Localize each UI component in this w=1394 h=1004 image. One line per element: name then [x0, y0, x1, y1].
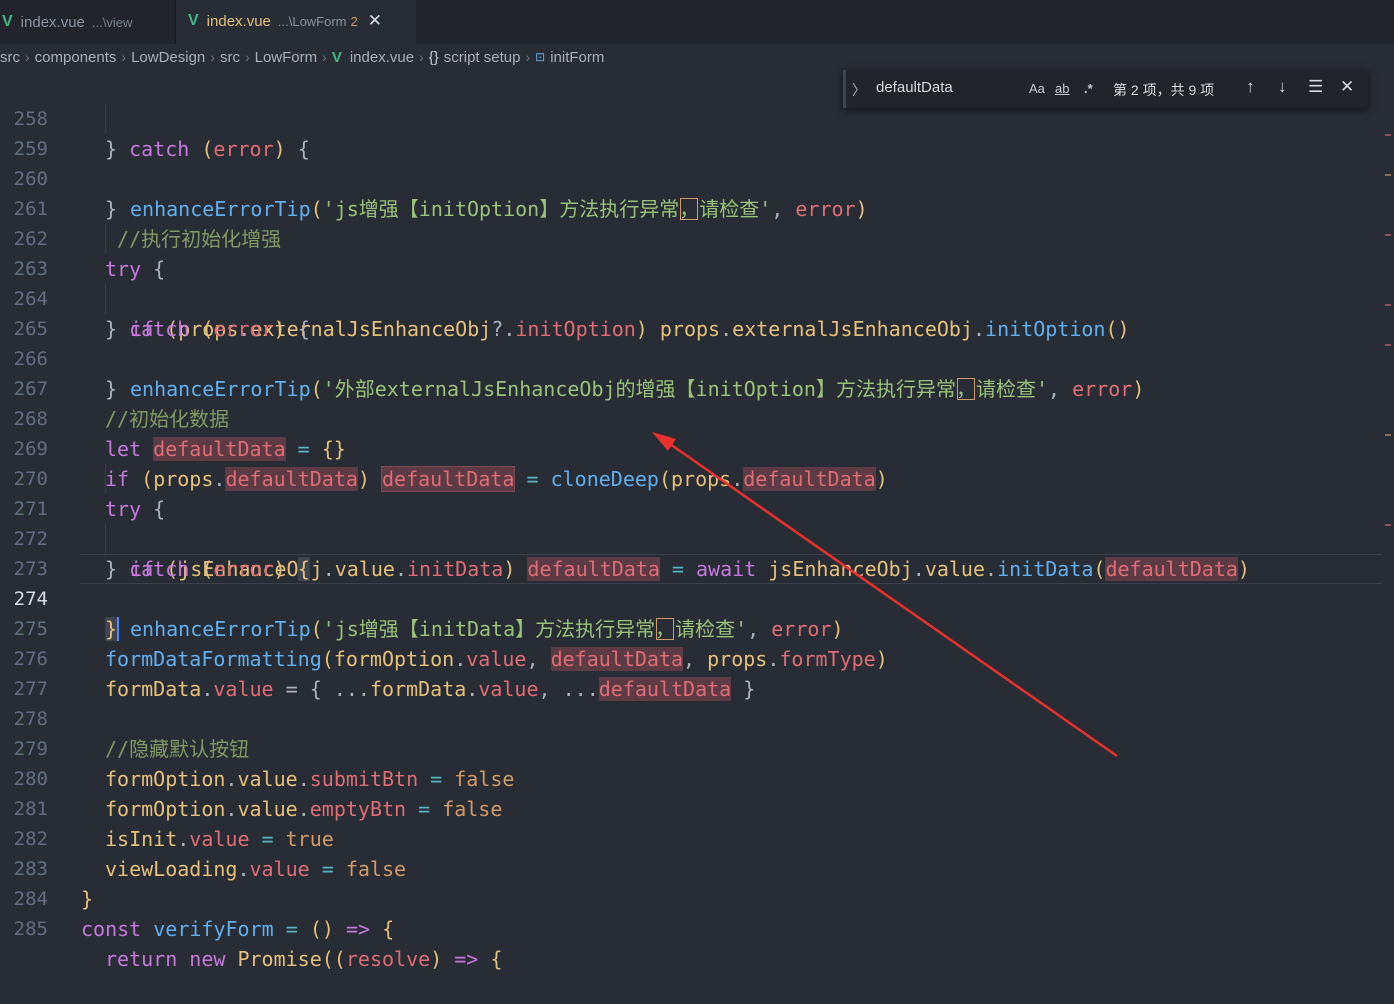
code-line: 264 } catch (error) {	[0, 254, 1394, 341]
code-line: 270 try {	[0, 434, 1394, 521]
chevron-right-icon: ›	[121, 49, 127, 65]
code-line: 282 viewLoading.value = false	[0, 794, 1394, 881]
vertical-scrollbar[interactable]	[1382, 74, 1394, 920]
code-line: 267 //初始化数据	[0, 344, 1394, 431]
vue-file-icon: V	[331, 48, 342, 66]
code-line: 284 const verifyForm = () => {	[0, 854, 1394, 941]
code-line: 281 isInit.value = true	[0, 764, 1394, 851]
breadcrumb-item[interactable]: src	[0, 49, 20, 66]
match-case-toggle[interactable]: Aa	[1029, 81, 1045, 96]
tab-path: ...\view	[91, 14, 133, 30]
scroll-match-marker	[1385, 304, 1391, 306]
code-line-current: 274 }	[0, 554, 1394, 641]
vue-file-icon: V	[2, 13, 13, 30]
chevron-right-icon: ›	[244, 49, 250, 65]
code-line: 285 return new Promise((resolve) => {	[0, 884, 1394, 971]
code-line: 263 if (props.externalJsEnhanceObj?.init…	[0, 224, 1394, 341]
match-count: 第 2 项，共 9 项	[1113, 82, 1215, 98]
code-line: 259 enhanceErrorTip('js增强【initOption】方法执…	[0, 104, 1394, 221]
tab-filename: index.vue	[20, 13, 85, 31]
code-line: 265 enhanceErrorTip('外部externalJsEnhance…	[0, 284, 1394, 401]
tab-index-vue-view[interactable]: V index.vue ...\view	[0, 0, 176, 44]
code-line: 260 }	[0, 134, 1394, 221]
arrow-down-icon[interactable]: ↓	[1278, 77, 1287, 97]
regex-toggle[interactable]: .*	[1084, 81, 1093, 96]
breadcrumb-item[interactable]: src	[220, 49, 240, 66]
code-line: 268 let defaultData = {}	[0, 374, 1394, 461]
scroll-match-marker	[1385, 434, 1391, 436]
chevron-right-icon: ›	[210, 49, 215, 65]
tab-filename: index.vue	[206, 12, 271, 30]
method-symbol-icon: ⊡	[535, 50, 546, 64]
scroll-match-marker	[1385, 134, 1391, 136]
breadcrumb-item[interactable]: index.vue	[350, 49, 414, 66]
breadcrumb-item[interactable]: LowForm	[255, 49, 318, 66]
find-in-selection-icon[interactable]: ☰	[1308, 77, 1323, 97]
chevron-right-icon[interactable]: 〉	[852, 80, 866, 100]
code-line: 279 formOption.value.submitBtn = false	[0, 704, 1394, 791]
code-editor[interactable]: 258 } catch (error) { 259 enhanceErrorTi…	[0, 74, 1394, 971]
chevron-right-icon: ›	[25, 49, 30, 65]
code-text: const verifyForm = () => {	[81, 917, 395, 941]
whole-word-toggle[interactable]: ab	[1055, 81, 1069, 96]
breadcrumb-item[interactable]: script setup	[444, 49, 521, 66]
breadcrumb: src › components › LowDesign › src › LowForm…	[0, 44, 1394, 70]
problem-count-badge: 2	[350, 13, 358, 29]
code-line: 266 }	[0, 314, 1394, 401]
chevron-right-icon: ›	[419, 49, 424, 65]
breadcrumb-item[interactable]: LowDesign	[131, 49, 205, 66]
code-line: 275 formDataFormatting(formOption.value,…	[0, 584, 1394, 671]
code-line: 280 formOption.value.emptyBtn = false	[0, 734, 1394, 821]
close-icon[interactable]: ✕	[1340, 77, 1354, 97]
code-line: 269 if (props.defaultData) defaultData =…	[0, 404, 1394, 492]
braces-icon: {}	[428, 48, 439, 66]
code-text: return new Promise((resolve) => {	[105, 947, 503, 971]
breadcrumb-item[interactable]: components	[35, 49, 117, 66]
code-line: 261 //执行初始化增强	[0, 164, 1394, 251]
code-line: 278 //隐藏默认按钮	[0, 674, 1394, 761]
code-line: 276 formData.value = { ...formData.value…	[0, 614, 1394, 701]
chevron-right-icon: ›	[322, 49, 327, 65]
vue-file-icon: V	[188, 12, 199, 29]
editor-tab-bar: V index.vue ...\view V index.vue ...\Low…	[0, 0, 1394, 44]
tab-path: ...\LowForm	[277, 13, 347, 29]
line-number: 285	[13, 918, 48, 940]
tab-index-vue-lowform[interactable]: V index.vue ...\LowForm 2 ✕	[176, 0, 416, 44]
code-line: 271 if (jsEnhanceObj.value.initData) def…	[0, 464, 1394, 581]
arrow-up-icon[interactable]: ↑	[1246, 77, 1255, 97]
code-line: 272 } catch (error) {	[0, 494, 1394, 581]
close-icon[interactable]: ✕	[368, 11, 382, 31]
code-line: 273 enhanceErrorTip('js增强【initData】方法执行异…	[0, 524, 1394, 641]
breadcrumb-item[interactable]: initForm	[550, 49, 604, 66]
scroll-match-marker	[1385, 174, 1391, 176]
code-line: 283 }	[0, 824, 1394, 911]
find-widget: 〉 defaultData Aa ab .* 第 2 项，共 9 项 ↑ ↓ ☰…	[843, 70, 1368, 108]
chevron-right-icon: ›	[525, 49, 531, 65]
scroll-match-marker	[1385, 344, 1391, 346]
code-line: 262 try {	[0, 194, 1394, 281]
scroll-match-marker	[1385, 524, 1391, 526]
scroll-match-marker	[1385, 234, 1391, 236]
find-input[interactable]: defaultData	[876, 79, 953, 96]
code-line: 277	[0, 644, 1394, 700]
